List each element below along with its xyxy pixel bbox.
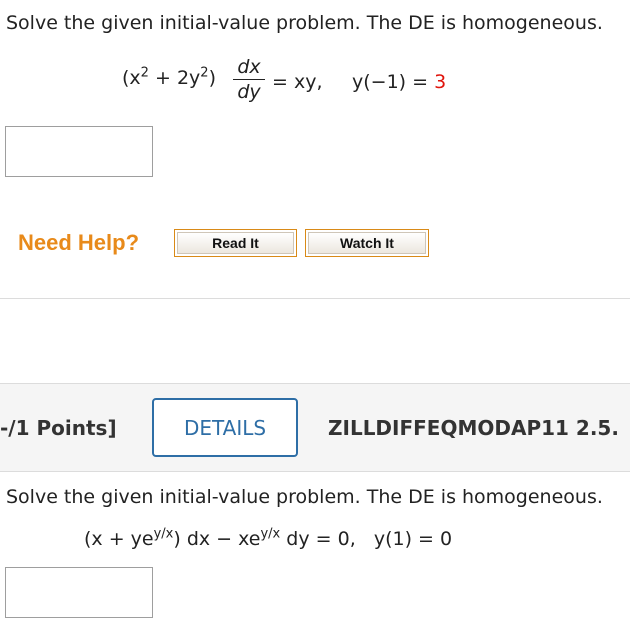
divider — [0, 383, 630, 384]
eq-fraction: dx dy — [231, 56, 267, 103]
problem1-prompt: Solve the given initial-value problem. T… — [6, 12, 603, 34]
problem2-prompt: Solve the given initial-value problem. T… — [6, 486, 603, 508]
frac-denominator: dy — [237, 81, 261, 103]
divider — [0, 471, 630, 472]
details-button[interactable]: DETAILS — [152, 398, 298, 457]
points-label: -/1 Points] — [0, 416, 117, 440]
problem2-equation: (x + yey/x) dx − xey/x dy = 0, y(1) = 0 — [84, 526, 453, 550]
need-help-label: Need Help? — [18, 230, 140, 255]
eq-left: (x2 + 2y2) — [122, 65, 216, 89]
eq-right: = xy, — [272, 71, 323, 93]
initial-condition: y(−1) = 3 — [352, 71, 447, 93]
divider — [0, 298, 630, 299]
answer-input-2[interactable] — [5, 567, 153, 618]
problem-code: ZILLDIFFEQMODAP11 2.5. — [328, 416, 619, 440]
initial-value: 3 — [434, 71, 447, 93]
read-it-button[interactable]: Read It — [174, 229, 297, 257]
frac-numerator: dx — [237, 56, 261, 78]
answer-input-1[interactable] — [5, 126, 153, 177]
watch-it-button[interactable]: Watch It — [305, 229, 429, 257]
